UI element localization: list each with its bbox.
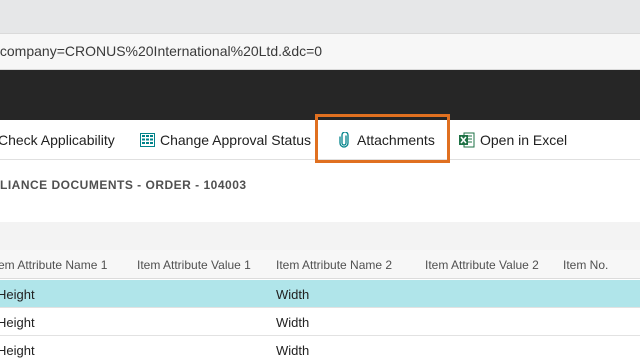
action-bar: Check Applicability Change Approval Stat… [0,120,640,160]
paperclip-icon [336,132,352,148]
page-title: LIANCE DOCUMENTS - ORDER - 104003 [0,178,247,192]
check-applicability-label: Check Applicability [0,132,115,148]
open-in-excel-label: Open in Excel [480,132,568,148]
address-bar[interactable]: tcompany=CRONUS%20International%20Ltd.&d… [0,33,640,70]
column-header-attribute-name-1[interactable]: em Attribute Name 1 [0,258,107,272]
change-approval-status-action[interactable]: Change Approval Status [139,120,311,160]
url-text[interactable]: tcompany=CRONUS%20International%20Ltd.&d… [0,43,322,59]
browser-top-bar [0,0,640,33]
table-row[interactable]: Height Width [0,336,640,360]
grid-icon [139,132,155,148]
attribute-name-2-cell[interactable]: Width [276,287,309,302]
check-applicability-action[interactable]: Check Applicability [0,120,115,160]
app-header-bar [0,70,640,120]
excel-icon [459,132,475,148]
attribute-name-1-cell[interactable]: Height [0,315,35,330]
attribute-name-2-cell[interactable]: Width [276,343,309,358]
column-header-attribute-value-1[interactable]: Item Attribute Value 1 [137,258,251,272]
column-header-item-no[interactable]: Item No. [563,258,608,272]
column-header-attribute-name-2[interactable]: Item Attribute Name 2 [276,258,392,272]
table-header: em Attribute Name 1 Item Attribute Value… [0,250,640,279]
change-approval-status-label: Change Approval Status [160,132,311,148]
attribute-name-1-cell[interactable]: Height [0,287,35,302]
table-row[interactable]: Height Width [0,280,640,308]
open-in-excel-action[interactable]: Open in Excel [459,120,567,160]
table-row[interactable]: Height Width [0,308,640,336]
attribute-name-1-cell[interactable]: Height [0,343,35,358]
section-gap [0,222,640,250]
attribute-name-2-cell[interactable]: Width [276,315,309,330]
attachments-action[interactable]: Attachments [336,120,435,160]
column-header-attribute-value-2[interactable]: Item Attribute Value 2 [425,258,539,272]
attachments-label: Attachments [357,132,435,148]
